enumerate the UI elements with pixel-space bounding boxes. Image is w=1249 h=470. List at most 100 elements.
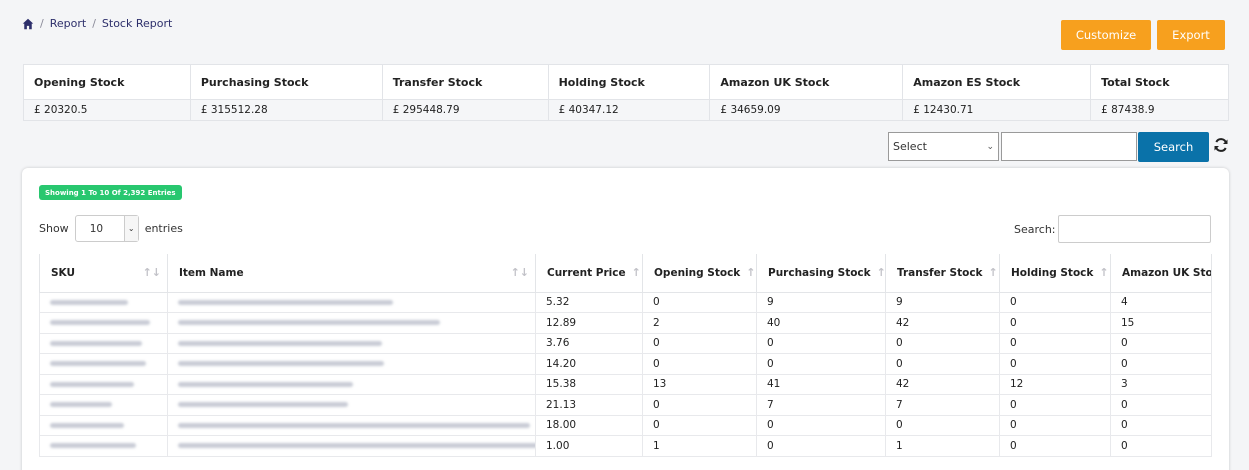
sku-cell [39, 353, 168, 375]
sort-icon: ↑↓ [142, 266, 161, 279]
column-header-transfer-stock[interactable]: Transfer Stock↑↓ [885, 254, 1000, 293]
holding-cell: 0 [999, 414, 1111, 436]
filter-search-input[interactable] [1001, 132, 1137, 161]
table-row: 18.00 0 0 0 0 0 [39, 414, 1212, 436]
sku-cell [39, 414, 168, 436]
summary-header: Amazon ES Stock [902, 64, 1092, 100]
entries-label: entries [144, 222, 183, 235]
chevron-down-icon: ⌄ [986, 142, 994, 152]
item-name-cell [167, 353, 536, 375]
search-button[interactable]: Search [1138, 132, 1209, 162]
transfer-cell: 42 [885, 373, 1000, 395]
sku-cell [39, 291, 168, 313]
sort-icon: ↑↓ [746, 266, 756, 280]
price-cell: 14.20 [535, 353, 643, 375]
price-cell: 3.76 [535, 332, 643, 354]
item-name-cell [167, 394, 536, 416]
page-length-control: Show 10 ⌄ entries [39, 215, 183, 242]
breadcrumb-stock-report: Stock Report [101, 17, 173, 30]
opening-cell: 0 [642, 414, 757, 436]
column-header-amazon-uk-stock[interactable]: Amazon UK Stock [1110, 254, 1212, 293]
purchasing-cell: 7 [756, 394, 886, 416]
sort-icon: ↑↓ [876, 266, 886, 280]
sku-cell [39, 435, 168, 457]
purchasing-cell: 40 [756, 312, 886, 334]
table-row: 3.76 0 0 0 0 0 [39, 332, 1212, 354]
sku-cell [39, 332, 168, 354]
sort-icon: ↑↓ [510, 266, 529, 279]
breadcrumb-separator: / [92, 17, 96, 30]
summary-header: Opening Stock [23, 64, 191, 100]
page-length-value: 10 [89, 222, 104, 235]
purchasing-cell: 0 [756, 353, 886, 375]
holding-cell: 0 [999, 291, 1111, 313]
sku-cell [39, 394, 168, 416]
column-header-item-name[interactable]: Item Name ↑↓ [167, 254, 536, 293]
customize-button[interactable]: Customize [1061, 20, 1151, 50]
amazon-uk-cell: 15 [1110, 312, 1212, 334]
sku-cell [39, 312, 168, 334]
column-header-current-price[interactable]: Current Price↑↓ [535, 254, 643, 293]
summary-value: £ 20320.5 [23, 99, 191, 121]
amazon-uk-cell: 0 [1110, 394, 1212, 416]
table-body: 5.32 0 9 9 0 4 12.89 2 40 42 0 15 3.76 0 0 0 0 0 14.20 0 0 0 0… [39, 291, 1212, 457]
transfer-cell: 42 [885, 312, 1000, 334]
table-row: 1.00 1 0 1 0 0 [39, 435, 1212, 457]
breadcrumb-separator: / [40, 17, 44, 30]
item-name-cell [167, 332, 536, 354]
purchasing-cell: 0 [756, 332, 886, 354]
column-header-purchasing-stock[interactable]: Purchasing Stock↑↓ [756, 254, 886, 293]
price-cell: 21.13 [535, 394, 643, 416]
export-button[interactable]: Export [1157, 20, 1225, 50]
transfer-cell: 9 [885, 291, 1000, 313]
table-row: 15.38 13 41 42 12 3 [39, 373, 1212, 395]
holding-cell: 0 [999, 312, 1111, 334]
amazon-uk-cell: 0 [1110, 414, 1212, 436]
transfer-cell: 1 [885, 435, 1000, 457]
item-name-cell [167, 414, 536, 436]
item-name-cell [167, 312, 536, 334]
opening-cell: 0 [642, 394, 757, 416]
opening-cell: 0 [642, 353, 757, 375]
summary-value: £ 87438.9 [1090, 99, 1229, 121]
home-icon[interactable] [22, 18, 34, 30]
item-name-cell [167, 291, 536, 313]
column-header-holding-stock[interactable]: Holding Stock↑↓ [999, 254, 1111, 293]
show-label: Show [39, 222, 69, 235]
price-cell: 1.00 [535, 435, 643, 457]
amazon-uk-cell: 3 [1110, 373, 1212, 395]
item-name-cell [167, 373, 536, 395]
holding-cell: 0 [999, 435, 1111, 457]
summary-header: Total Stock [1090, 64, 1229, 100]
transfer-cell: 0 [885, 332, 1000, 354]
summary-value: £ 40347.12 [547, 99, 711, 121]
breadcrumb: / Report / Stock Report [22, 17, 172, 30]
amazon-uk-cell: 0 [1110, 353, 1212, 375]
filter-select[interactable]: Select ⌄ [888, 132, 999, 161]
purchasing-cell: 9 [756, 291, 886, 313]
table-row: 12.89 2 40 42 0 15 [39, 312, 1212, 334]
table-search-input[interactable] [1058, 215, 1211, 243]
page-length-select[interactable]: 10 ⌄ [74, 215, 139, 242]
summary-header: Transfer Stock [381, 64, 549, 100]
opening-cell: 0 [642, 291, 757, 313]
sort-icon: ↑↓ [1099, 266, 1109, 280]
sku-cell [39, 373, 168, 395]
opening-cell: 1 [642, 435, 757, 457]
summary-value: £ 315512.28 [189, 99, 383, 121]
table-row: 14.20 0 0 0 0 0 [39, 353, 1212, 375]
transfer-cell: 7 [885, 394, 1000, 416]
column-header-sku[interactable]: SKU ↑↓ [39, 254, 168, 293]
breadcrumb-report[interactable]: Report [50, 17, 86, 30]
summary-header-row: Opening Stock Purchasing Stock Transfer … [23, 64, 1229, 100]
purchasing-cell: 0 [756, 435, 886, 457]
summary-value: £ 295448.79 [381, 99, 549, 121]
column-header-opening-stock[interactable]: Opening Stock↑↓ [642, 254, 757, 293]
holding-cell: 0 [999, 353, 1111, 375]
price-cell: 15.38 [535, 373, 643, 395]
summary-header: Amazon UK Stock [709, 64, 904, 100]
transfer-cell: 0 [885, 414, 1000, 436]
sort-icon: ↑↓ [988, 266, 999, 280]
holding-cell: 0 [999, 394, 1111, 416]
refresh-icon[interactable] [1213, 137, 1229, 153]
